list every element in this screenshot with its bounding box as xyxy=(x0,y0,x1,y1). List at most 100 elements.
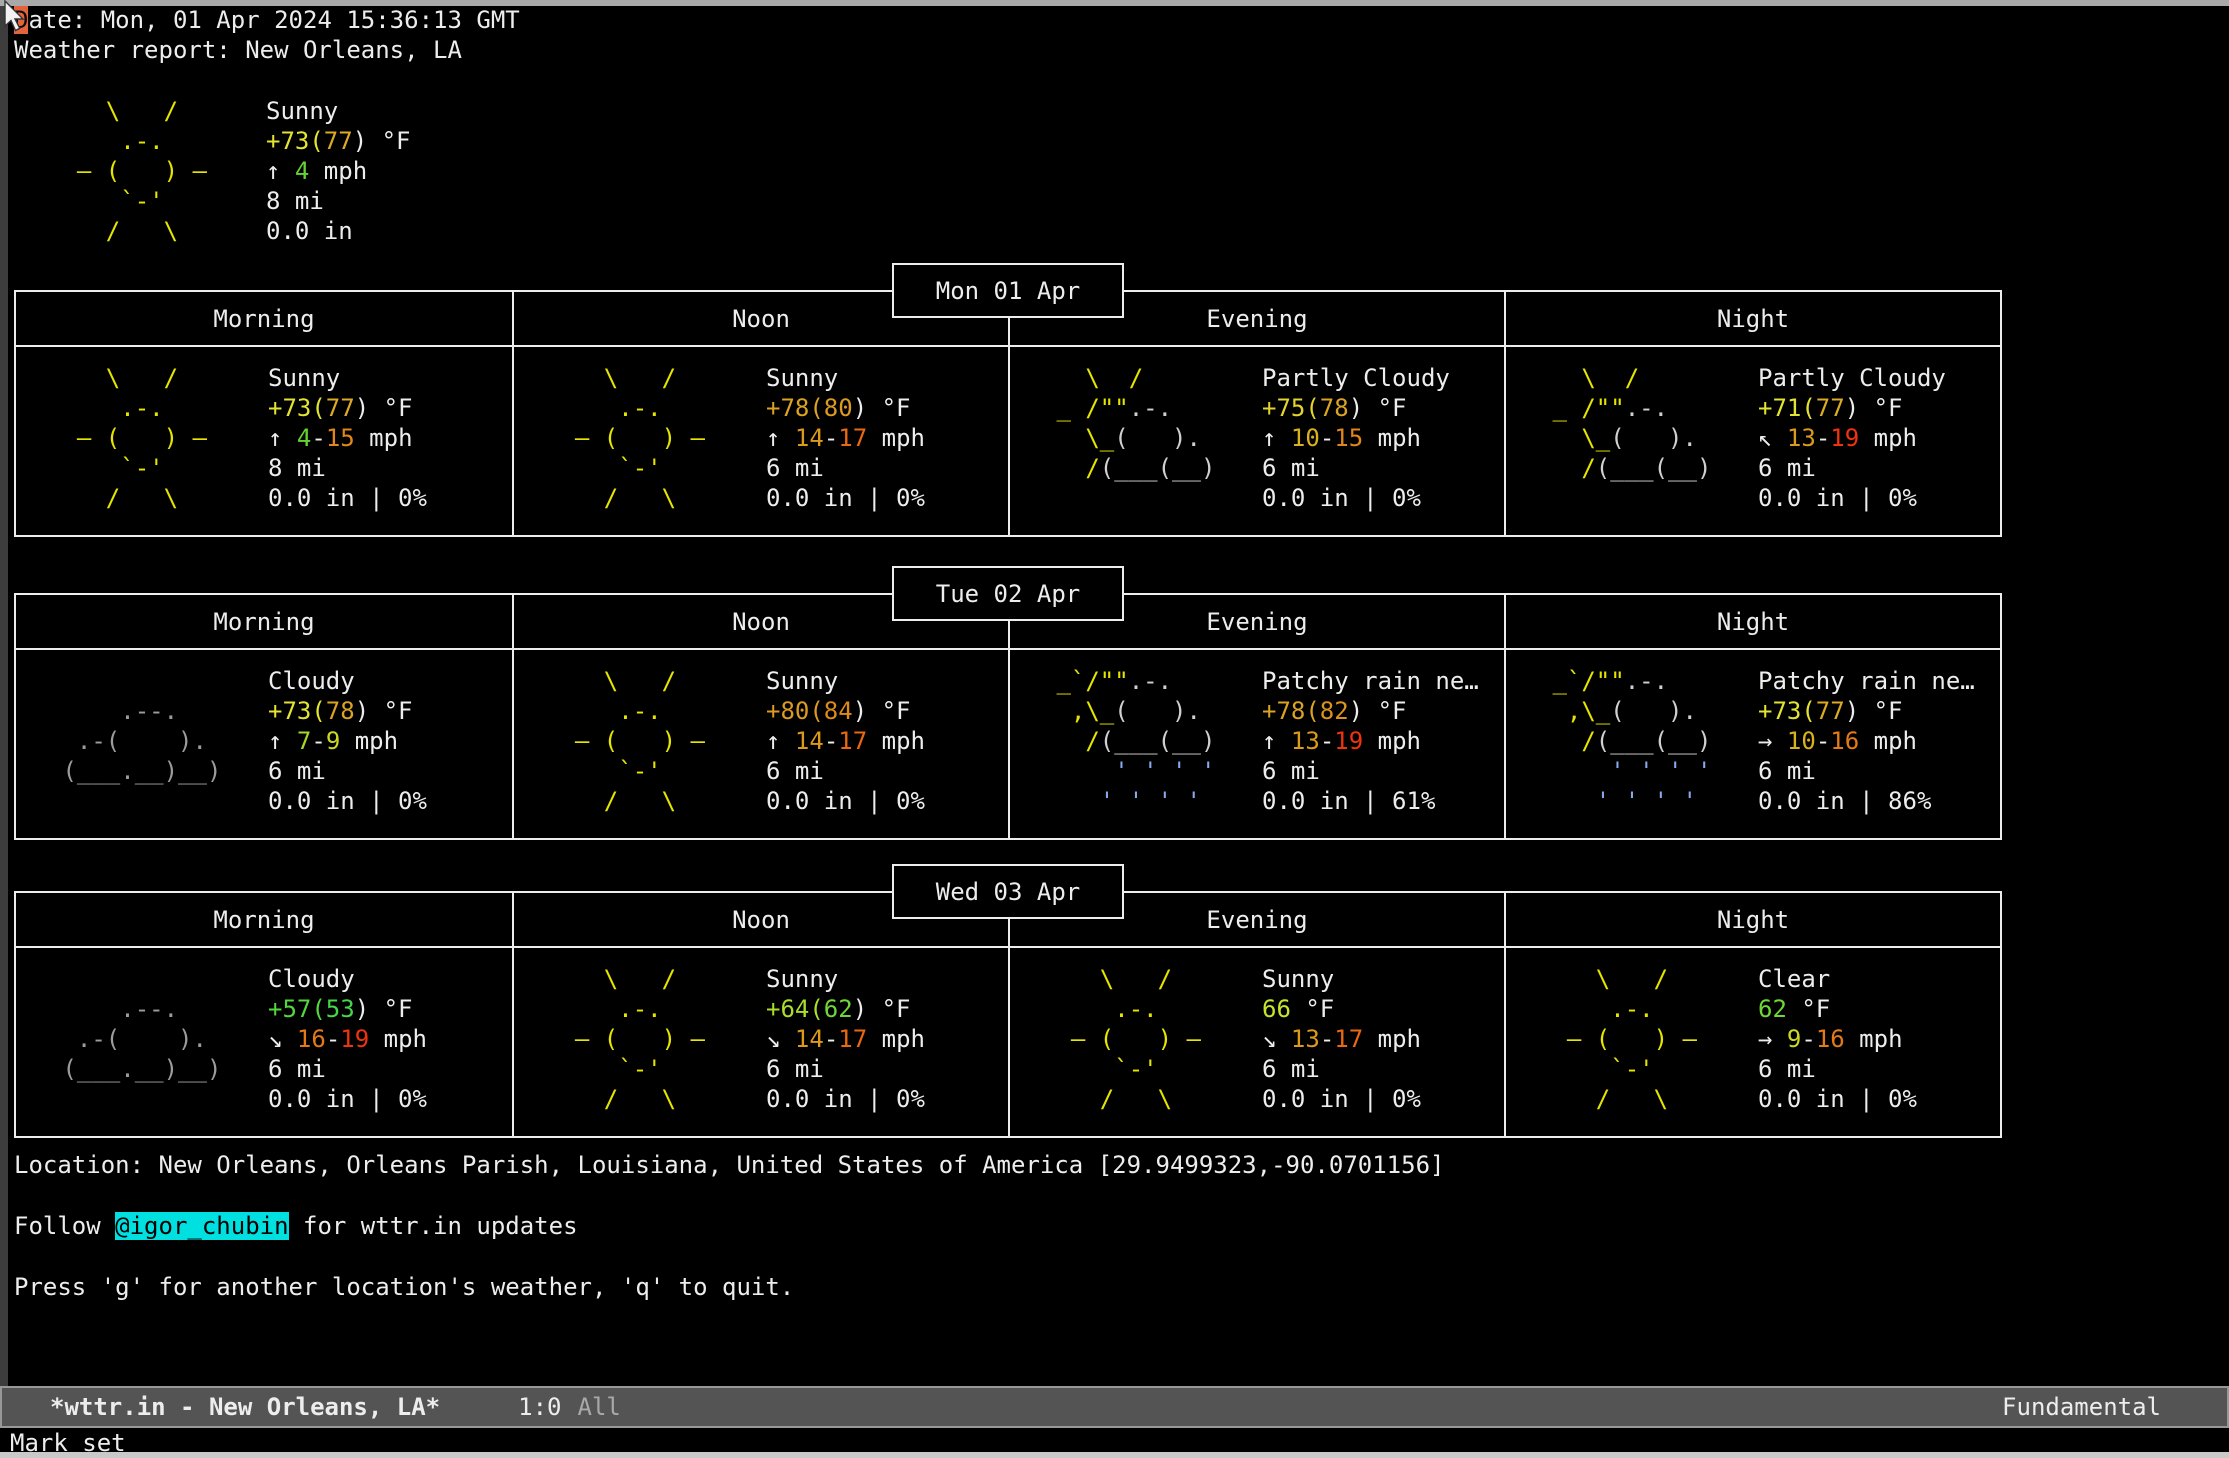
condition-text: Partly Cloudy xyxy=(1758,363,1946,393)
condition-text: Patchy rain ne… xyxy=(1758,666,1975,696)
forecast-cell-noon: \ / .-. ― ( ) ― `-' / \Sunny+64(62) °F↘ … xyxy=(512,948,1008,1136)
precipitation-text: 0.0 in xyxy=(266,216,411,246)
precipitation-text: 0.0 in | 0% xyxy=(1262,1084,1421,1114)
weather-icon-cloudy: .--. .-( ). (___.__)__) xyxy=(16,964,268,1136)
weather-icon-partly: \ / _ /"".-. \_( ). /(___(__) xyxy=(1506,363,1758,535)
emacs-mode-line[interactable]: *wttr.in - New Orleans, LA* 1:0 All Fund… xyxy=(0,1386,2229,1428)
weather-icon-cloudy: .--. .-( ). (___.__)__) xyxy=(16,666,268,838)
temperature-text: +75(78) °F xyxy=(1262,393,1450,423)
forecast-table-tue-02-apr: Tue 02 AprMorningNoonEveningNight .--. .… xyxy=(14,593,2002,840)
visibility-text: 6 mi xyxy=(766,756,925,786)
condition-text: Clear xyxy=(1758,964,1917,994)
column-header-text: Noon xyxy=(732,607,790,637)
column-header-text: Noon xyxy=(732,905,790,935)
forecast-cell-noon: \ / .-. ― ( ) ― `-' / \Sunny+78(80) °F↑ … xyxy=(512,347,1008,535)
forecast-table-mon-01-apr: Mon 01 AprMorningNoonEveningNight \ / .-… xyxy=(14,290,2002,537)
visibility-text: 6 mi xyxy=(1262,1054,1421,1084)
visibility-text: 6 mi xyxy=(766,453,925,483)
precipitation-text: 0.0 in | 0% xyxy=(766,786,925,816)
weather-icon-sunny: \ / .-. ― ( ) ― `-' / \ xyxy=(514,363,766,535)
keybinding-hint-line: Press 'g' for another location's weather… xyxy=(14,1272,794,1302)
wind-text: ↑ 4-15 mph xyxy=(268,423,427,453)
temperature-text: +64(62) °F xyxy=(766,994,925,1024)
wind-text: → 9-16 mph xyxy=(1758,1024,1917,1054)
temperature-text: 62 °F xyxy=(1758,994,1917,1024)
forecast-cell-text: Partly Cloudy+71(77) °F↖ 13-19 mph6 mi0.… xyxy=(1758,363,1946,535)
precipitation-text: 0.0 in | 0% xyxy=(1758,483,1946,513)
precipitation-text: 0.0 in | 0% xyxy=(1758,1084,1917,1114)
column-header-text: Evening xyxy=(1206,304,1307,334)
forecast-cell-morning: \ / .-. ― ( ) ― `-' / \Sunny+73(77) °F↑ … xyxy=(16,347,512,535)
forecast-cell-text: Cloudy+73(78) °F↑ 7-9 mph6 mi0.0 in | 0% xyxy=(268,666,427,838)
column-header-text: Evening xyxy=(1206,607,1307,637)
cursor-position: 1:0 xyxy=(518,1392,561,1422)
temperature-text: +57(53) °F xyxy=(268,994,427,1024)
wind-text: ↑ 4 mph xyxy=(266,156,411,186)
visibility-text: 6 mi xyxy=(766,1054,925,1084)
forecast-cell-evening: \ / .-. ― ( ) ― `-' / \Sunny66 °F↘ 13-17… xyxy=(1008,948,1504,1136)
temperature-text: +73(77) °F xyxy=(268,393,427,423)
forecast-cell-text: Sunny+78(80) °F↑ 14-17 mph6 mi0.0 in | 0… xyxy=(766,363,925,535)
column-header-morning: Morning xyxy=(16,292,512,345)
location-line: Location: New Orleans, Orleans Parish, L… xyxy=(14,1150,1444,1180)
visibility-text: 6 mi xyxy=(1758,453,1946,483)
column-header-text: Evening xyxy=(1206,905,1307,935)
column-header-morning: Morning xyxy=(16,893,512,946)
precipitation-text: 0.0 in | 0% xyxy=(268,1084,427,1114)
column-header-text: Night xyxy=(1717,607,1789,637)
visibility-text: 8 mi xyxy=(266,186,411,216)
weather-icon-sunny: \ / .-. ― ( ) ― `-' / \ xyxy=(514,666,766,838)
precipitation-text: 0.0 in | 0% xyxy=(1262,483,1450,513)
forecast-cell-text: Sunny+73(77) °F↑ 4-15 mph8 mi0.0 in | 0% xyxy=(268,363,427,535)
visibility-text: 6 mi xyxy=(1262,756,1479,786)
wind-text: ↖ 13-19 mph xyxy=(1758,423,1946,453)
condition-text: Sunny xyxy=(766,666,925,696)
day-label-text: Mon 01 Apr xyxy=(936,276,1081,306)
visibility-text: 6 mi xyxy=(268,756,427,786)
day-label: Mon 01 Apr xyxy=(892,263,1124,318)
emacs-left-fringe xyxy=(0,6,8,1386)
wind-text: ↑ 14-17 mph xyxy=(766,423,925,453)
column-header-night: Night xyxy=(1504,595,2000,648)
precipitation-text: 0.0 in | 0% xyxy=(766,1084,925,1114)
temperature-text: +71(77) °F xyxy=(1758,393,1946,423)
weather-report-title: Weather report: New Orleans, LA xyxy=(14,35,462,65)
condition-text: Sunny xyxy=(766,363,925,393)
visibility-text: 8 mi xyxy=(268,453,427,483)
weather-icon-sunny: \ / .-. ― ( ) ― `-' / \ xyxy=(1506,964,1758,1136)
condition-text: Patchy rain ne… xyxy=(1262,666,1479,696)
buffer-name[interactable]: *wttr.in - New Orleans, LA* xyxy=(50,1392,440,1422)
forecast-cell-morning: .--. .-( ). (___.__)__) Cloudy+73(78) °F… xyxy=(16,650,512,838)
mouse-pointer-icon xyxy=(2,0,28,34)
forecast-cell-text: Sunny+80(84) °F↑ 14-17 mph6 mi0.0 in | 0… xyxy=(766,666,925,838)
window-bottom-edge xyxy=(0,1452,2229,1458)
column-header-morning: Morning xyxy=(16,595,512,648)
precipitation-text: 0.0 in | 61% xyxy=(1262,786,1479,816)
temperature-text: +78(82) °F xyxy=(1262,696,1479,726)
column-header-text: Night xyxy=(1717,905,1789,935)
forecast-cell-text: Sunny66 °F↘ 13-17 mph6 mi0.0 in | 0% xyxy=(1262,964,1421,1136)
visibility-text: 6 mi xyxy=(1758,1054,1917,1084)
major-mode-name[interactable]: Fundamental xyxy=(2002,1392,2161,1422)
forecast-cell-text: Partly Cloudy+75(78) °F↑ 10-15 mph6 mi0.… xyxy=(1262,363,1450,535)
temperature-text: +80(84) °F xyxy=(766,696,925,726)
forecast-cell-night: \ / _ /"".-. \_( ). /(___(__) Partly Clo… xyxy=(1504,347,2000,535)
column-header-text: Morning xyxy=(213,607,314,637)
scroll-indicator: All xyxy=(578,1392,621,1422)
forecast-cell-text: Patchy rain ne…+73(77) °F→ 10-16 mph6 mi… xyxy=(1758,666,1975,838)
day-label: Wed 03 Apr xyxy=(892,864,1124,919)
forecast-cell-night: _`/"".-. ,\_( ). /(___(__) ' ' ' ' ' ' '… xyxy=(1504,650,2000,838)
forecast-table-wed-03-apr: Wed 03 AprMorningNoonEveningNight .--. .… xyxy=(14,891,2002,1138)
emacs-frame: Date: Mon, 01 Apr 2024 15:36:13 GMT Weat… xyxy=(0,0,2229,1458)
current-conditions: Sunny+73(77) °F↑ 4 mph8 mi0.0 in xyxy=(266,96,411,246)
forecast-cell-night: \ / .-. ― ( ) ― `-' / \Clear62 °F→ 9-16 … xyxy=(1504,948,2000,1136)
weather-icon-sunny: \ / .-. ― ( ) ― `-' / \ xyxy=(16,363,268,535)
weather-icon-rain: _`/"".-. ,\_( ). /(___(__) ' ' ' ' ' ' '… xyxy=(1506,666,1758,838)
weather-icon-sunny: \ / .-. ― ( ) ― `-' / \ xyxy=(48,96,207,246)
condition-text: Sunny xyxy=(268,363,427,393)
forecast-cell-text: Clear62 °F→ 9-16 mph6 mi0.0 in | 0% xyxy=(1758,964,1917,1136)
column-header-text: Night xyxy=(1717,304,1789,334)
forecast-cell-text: Cloudy+57(53) °F↘ 16-19 mph6 mi0.0 in | … xyxy=(268,964,427,1136)
temperature-text: +78(80) °F xyxy=(766,393,925,423)
wind-text: ↘ 13-17 mph xyxy=(1262,1024,1421,1054)
